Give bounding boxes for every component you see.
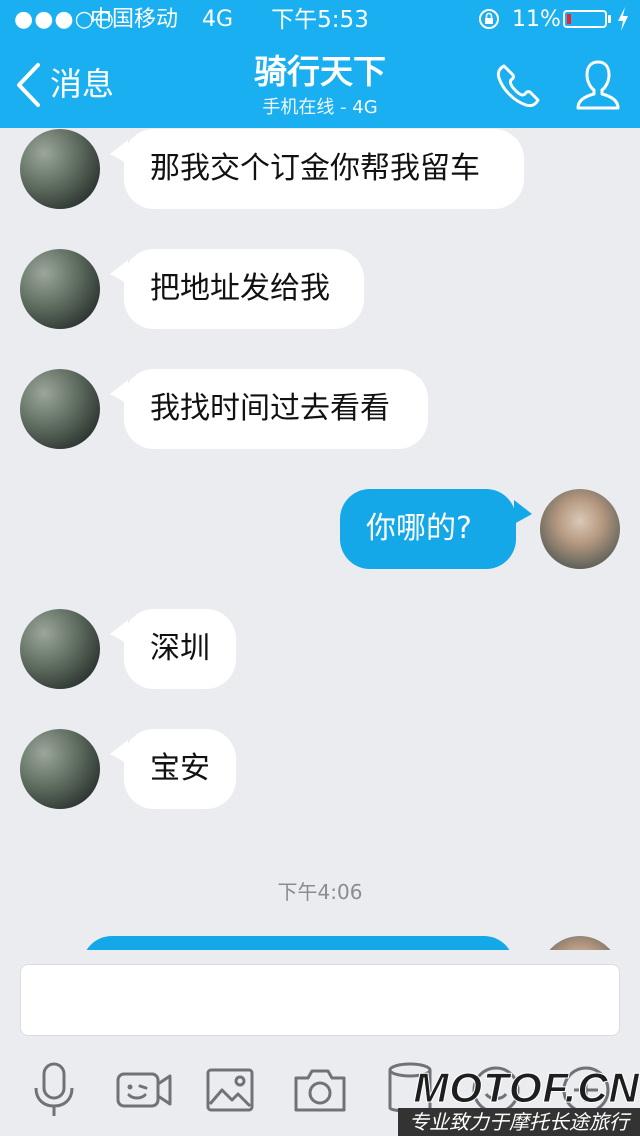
message-bubble-outgoing-partial[interactable] (82, 936, 514, 950)
microphone-icon[interactable] (24, 1060, 84, 1120)
contact-avatar[interactable] (20, 729, 100, 809)
message-timestamp: 下午4:06 (277, 880, 363, 904)
contact-avatar[interactable] (20, 129, 100, 209)
message-bubble-incoming[interactable]: 深圳 (124, 609, 236, 689)
message-bubble-outgoing[interactable]: 你哪的? (340, 489, 516, 569)
message-bubble-incoming[interactable]: 把地址发给我 (124, 249, 364, 329)
bubble-tail (514, 500, 532, 524)
message-input[interactable] (20, 964, 620, 1036)
phone-call-icon[interactable] (494, 62, 542, 110)
battery-nub (608, 15, 611, 23)
my-avatar-partial[interactable] (540, 936, 620, 950)
contact-avatar[interactable] (20, 249, 100, 329)
battery-icon (563, 10, 607, 28)
camera-icon[interactable] (290, 1060, 350, 1120)
image-icon[interactable] (200, 1060, 260, 1120)
my-avatar[interactable] (540, 489, 620, 569)
message-list[interactable]: 那我交个订金你帮我留车 把地址发给我 我找时间过去看看 你哪的? 深圳 宝安 下… (0, 128, 640, 950)
status-bar: ●●●○○ 中国移动 4G 下午5:53 11% (0, 0, 640, 40)
watermark-brand: MOTOF.CN (413, 1064, 640, 1112)
battery-level (567, 14, 571, 24)
video-icon[interactable] (114, 1060, 174, 1120)
message-bubble-incoming[interactable]: 我找时间过去看看 (124, 369, 428, 449)
chat-title: 骑行天下 (254, 52, 386, 91)
rotation-lock-icon (479, 9, 499, 29)
contact-avatar[interactable] (20, 609, 100, 689)
battery-percent: 11% (512, 7, 561, 32)
top-bar: ●●●○○ 中国移动 4G 下午5:53 11% 消息 骑行天下 手机在线 - … (0, 0, 640, 128)
profile-icon[interactable] (574, 58, 622, 112)
message-bubble-incoming[interactable]: 宝安 (124, 729, 236, 809)
watermark-tagline: 专业致力于摩托长途旅行 (398, 1108, 640, 1136)
message-bubble-incoming[interactable]: 那我交个订金你帮我留车 (124, 129, 524, 209)
charging-bolt-icon (618, 7, 628, 31)
online-status: 手机在线 - 4G (262, 97, 378, 118)
contact-avatar[interactable] (20, 369, 100, 449)
